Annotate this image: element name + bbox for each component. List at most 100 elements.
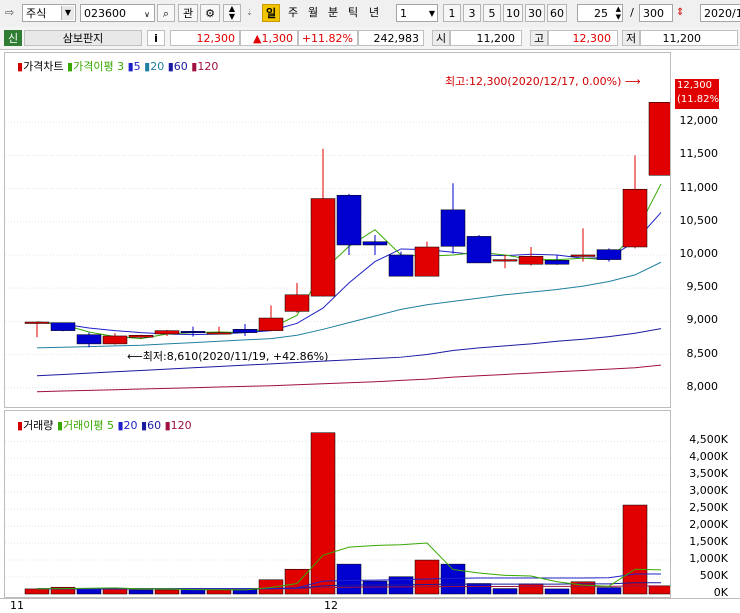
volume-chart[interactable]: [5, 411, 670, 597]
candle-body: [596, 249, 622, 260]
candle-body: [648, 102, 670, 176]
period-tab-month[interactable]: 월: [305, 4, 321, 22]
high-price: 12,300: [548, 30, 618, 46]
volume-bar: [596, 587, 622, 595]
volume-bar: [76, 588, 102, 595]
legend-price-ma: 가격이평: [73, 60, 114, 73]
chevron-down-icon: ▼: [61, 6, 74, 20]
market-select[interactable]: 주식 ▼: [22, 4, 76, 22]
stock-info-bar: 신 삼보판지 i 12,300 ▲1,300 +11.82% 242,983 시…: [0, 27, 740, 50]
legend-vol-ma5: 5: [106, 419, 114, 432]
magnifier-icon: ⌕: [162, 7, 170, 20]
quick-interval-5[interactable]: 5: [483, 4, 501, 22]
interval-select[interactable]: 1 ▼: [396, 4, 438, 22]
candle-body: [128, 335, 154, 338]
quick-interval-10[interactable]: 10: [503, 4, 523, 22]
candle-body: [544, 260, 570, 265]
candle-body: [24, 321, 50, 324]
candle-body: [50, 322, 76, 331]
price-tick-label: 11,000: [679, 180, 719, 194]
price-tick-label: 10,000: [679, 246, 719, 260]
open-price: 11,200: [450, 30, 522, 46]
chart-toolbar: ⇨ 주식 ▼ 023600 ∨ ⌕ 관 ⚙ ▲ ▼ ⇣ 일 주 월 분 틱 년 1…: [0, 0, 740, 28]
info-button[interactable]: i: [147, 30, 165, 46]
date-value: 2020/1: [704, 7, 740, 20]
volume-bar: [518, 583, 544, 595]
arrow-right-icon: ⟶: [621, 75, 641, 88]
stock-code-input[interactable]: 023600 ∨: [80, 4, 155, 22]
max-price-text: 최고:12,300(2020/12/17, 0.00%): [445, 75, 622, 88]
volume-bar: [492, 588, 518, 595]
quick-interval-1[interactable]: 1: [443, 4, 461, 22]
price-tick-label: 8,000: [686, 379, 719, 393]
candle-body: [440, 209, 466, 247]
price-tick-label: 8,500: [686, 346, 719, 360]
candle-body: [102, 335, 128, 345]
search-button[interactable]: ⌕: [157, 4, 175, 22]
price-chart-panel[interactable]: ▮가격차트 ▮가격이평 3 ▮5 ▮20 ▮60 ▮120 최고:12,300(…: [4, 52, 671, 408]
zoom-arrows-icon[interactable]: ⇕: [676, 4, 694, 22]
legend-price-chart: 가격차트: [23, 60, 64, 73]
candle-body: [622, 188, 648, 248]
volume-tick-label: 4,500K: [689, 433, 728, 447]
legend-volume: 거래량: [23, 419, 54, 432]
quick-interval-30[interactable]: 30: [525, 4, 545, 22]
current-price-tag-value: 12,300: [677, 80, 712, 91]
volume-tick-label: 500K: [699, 569, 728, 583]
bars-slash: /: [630, 6, 634, 19]
min-price-text: 최저:8,610(2020/11/19, +42.86%): [142, 350, 329, 363]
volume-chart-panel[interactable]: ▮거래량 ▮거래이평 5 ▮20 ▮60 ▮120: [4, 410, 671, 598]
price-change-pct: +11.82%: [298, 30, 358, 46]
period-tab-week[interactable]: 주: [285, 4, 301, 22]
volume-tick-label: 3,000K: [689, 484, 728, 498]
updown-stepper[interactable]: ▲ ▼: [223, 4, 241, 22]
arrow-left-icon: ⟵: [127, 350, 143, 363]
volume-bar: [648, 585, 670, 595]
volume-tick-label: 2,500K: [689, 501, 728, 515]
settings-button[interactable]: ⚙: [200, 4, 220, 22]
volume-bar: [544, 588, 570, 595]
period-tab-minute[interactable]: 분: [325, 4, 341, 22]
price-tick-label: 10,500: [679, 213, 719, 227]
stock-code-value: 023600: [84, 7, 126, 20]
candle-body: [336, 194, 362, 246]
date-input[interactable]: 2020/1: [700, 4, 740, 22]
gwan-button[interactable]: 관: [178, 4, 198, 22]
legend-ma60: 60: [173, 60, 188, 73]
chevron-down-icon: ∨: [144, 10, 150, 19]
link-arrow-icon[interactable]: ⇨: [5, 4, 21, 22]
quick-interval-60[interactable]: 60: [547, 4, 567, 22]
price-tick-label: 9,500: [686, 280, 719, 294]
volume-bar: [206, 589, 232, 595]
volume-bar: [24, 588, 50, 595]
period-tab-tick[interactable]: 틱: [345, 4, 361, 22]
volume-bar: [466, 583, 492, 595]
period-tab-year[interactable]: 년: [365, 4, 383, 22]
legend-ma20: 20: [150, 60, 165, 73]
price-change: ▲1,300: [240, 30, 298, 46]
low-label: 저: [622, 30, 640, 46]
volume-tick-label: 1,000K: [689, 552, 728, 566]
gear-icon: ⚙: [205, 7, 215, 20]
price-ma120-line: [36, 364, 662, 393]
period-tab-day[interactable]: 일: [262, 4, 280, 22]
volume-tick-label: 4,000K: [689, 450, 728, 464]
quick-interval-3[interactable]: 3: [463, 4, 481, 22]
legend-volume-ma: 거래이평: [63, 419, 104, 432]
price-tick-label: 9,000: [686, 313, 719, 327]
spin-icon: ▲ ▼: [615, 5, 621, 21]
volume-bar: [336, 563, 362, 595]
x-label-dec: 12: [324, 599, 338, 612]
price-y-axis: 8,000 8,500 9,000 9,500 10,000 10,500 11,000 11…: [671, 52, 740, 408]
bars-total-input[interactable]: 300: [639, 4, 673, 22]
max-price-annotation: 최고:12,300(2020/12/17, 0.00%) ⟶: [445, 73, 641, 89]
legend-vol-ma60: 60: [147, 419, 162, 432]
volume-bar: [180, 589, 206, 595]
bars-visible-stepper[interactable]: 25 ▲ ▼: [577, 4, 623, 22]
candle-body: [206, 332, 232, 335]
candle-body: [258, 317, 284, 331]
candle-body: [180, 331, 206, 334]
volume-bar: [284, 568, 310, 595]
trade-volume: 242,983: [358, 30, 424, 46]
price-chart[interactable]: [5, 53, 670, 407]
